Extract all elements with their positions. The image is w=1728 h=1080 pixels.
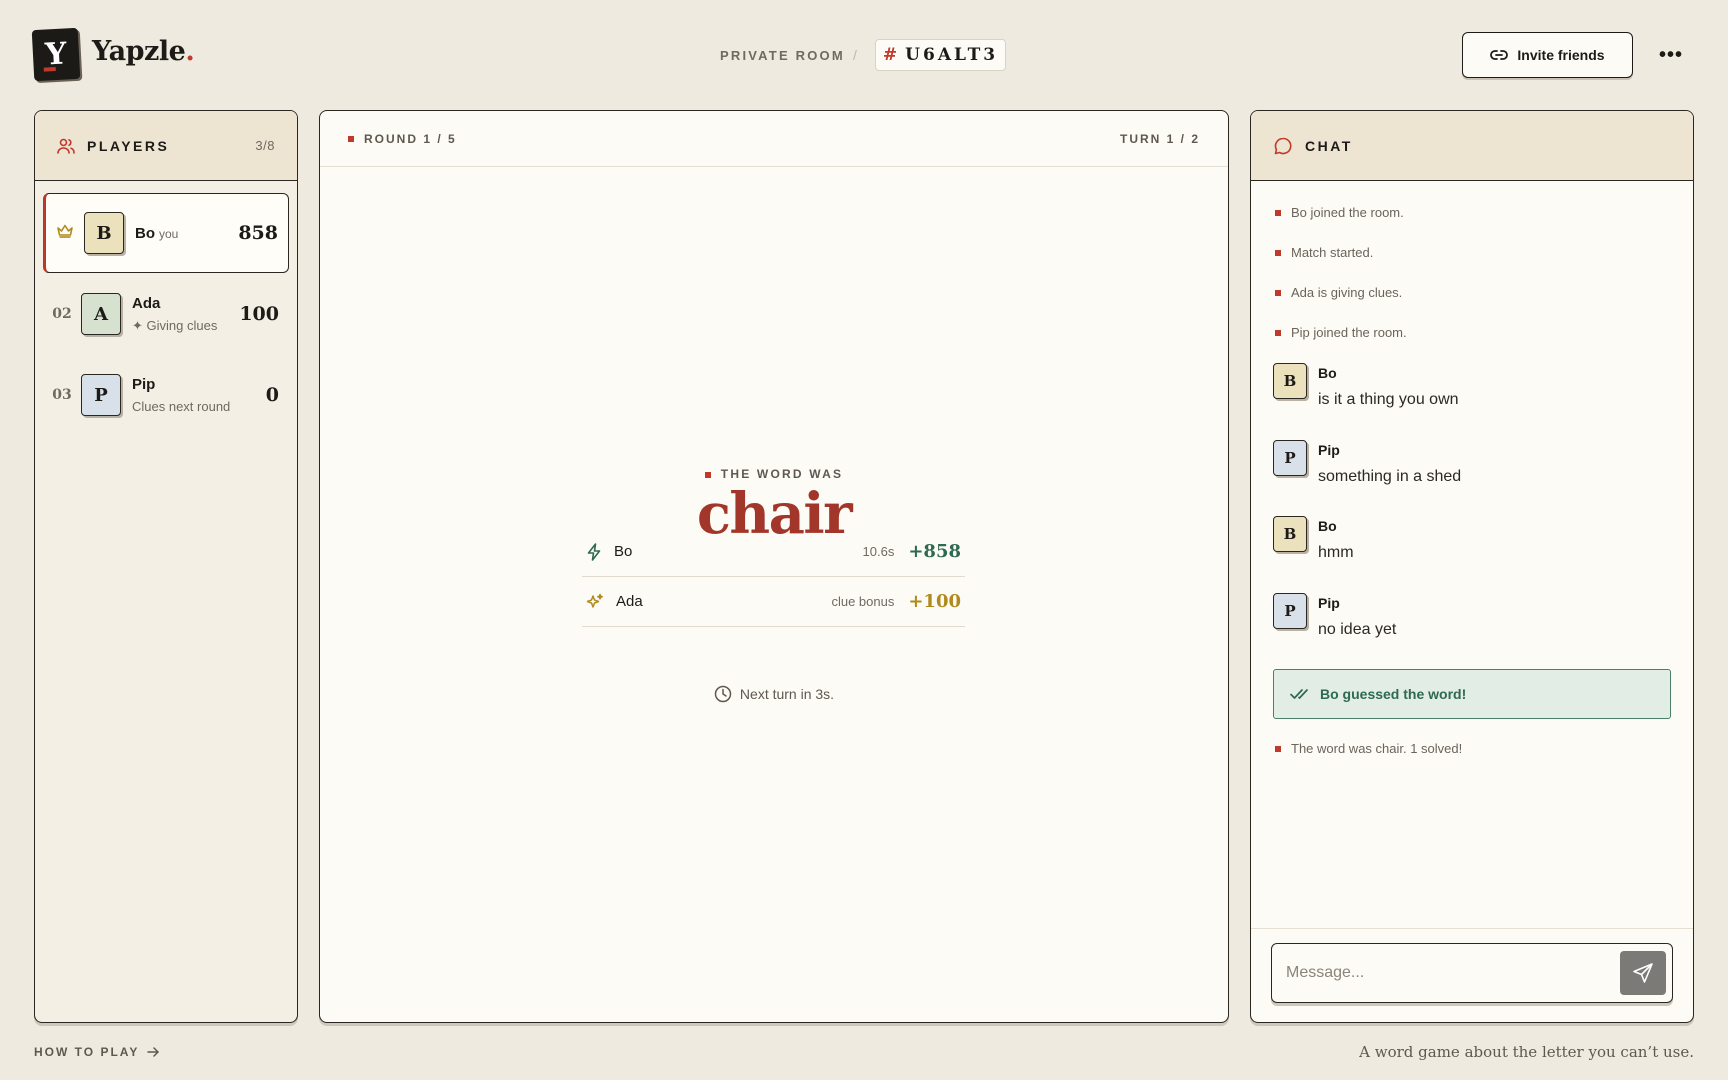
room-code-value: U6ALT3 <box>905 45 999 65</box>
clock-icon <box>714 685 732 703</box>
system-message: Pip joined the room. <box>1275 325 1407 340</box>
top-bar: Y Yapzle. PRIVATE ROOM / # U6ALT3 Invite… <box>0 0 1728 110</box>
message-text: something in a shed <box>1318 468 1462 485</box>
player-score: 100 <box>239 303 279 325</box>
player-rank: 03 <box>52 387 72 403</box>
message-author: Bo <box>1318 365 1337 381</box>
player-name: Bo <box>135 224 155 242</box>
brand-name[interactable]: Yapzle. <box>92 36 195 67</box>
message-text: hmm <box>1318 544 1354 561</box>
player-row-bo[interactable]: B Bo you 858 <box>43 193 289 273</box>
message-author: Bo <box>1318 518 1337 534</box>
link-icon <box>1490 50 1509 60</box>
next-turn-text: Next turn in 3s. <box>739 686 835 702</box>
arrow-right-icon <box>147 1047 160 1057</box>
players-header: PLAYERS 3/8 <box>35 111 297 181</box>
how-to-play-link[interactable]: HOW TO PLAY <box>34 1045 160 1059</box>
result-points: +100 <box>908 591 961 612</box>
message-text: is it a thing you own <box>1318 391 1459 408</box>
result-name: Ada <box>616 593 643 610</box>
round-marker <box>348 135 354 142</box>
lightning-icon <box>587 542 601 561</box>
game-board: ROUND 1 / 5 TURN 1 / 2 THE WORD WAS chai… <box>319 110 1229 1023</box>
word-label: THE WORD WAS <box>320 467 1228 481</box>
player-rank: 02 <box>52 306 72 322</box>
double-check-icon <box>1290 689 1308 699</box>
message-input[interactable] <box>1272 944 1602 1002</box>
chat-bubble-icon <box>1274 137 1292 154</box>
tagline: A word game about the letter you can’t u… <box>1359 1043 1694 1061</box>
system-message: Bo joined the room. <box>1275 205 1404 220</box>
guess-text: Bo guessed the word! <box>1320 686 1467 702</box>
chat-message: P Pip no idea yet <box>1273 593 1396 639</box>
invite-friends-button[interactable]: Invite friends <box>1462 32 1633 78</box>
player-row-pip[interactable]: 03 P Pip Clues next round 0 <box>43 355 289 435</box>
avatar: A <box>81 293 121 335</box>
result-time: 10.6s <box>862 544 895 559</box>
message-author: Pip <box>1318 595 1340 611</box>
result-bonus: clue bonus <box>831 594 895 609</box>
invite-label: Invite friends <box>1517 47 1605 63</box>
players-panel: PLAYERS 3/8 B Bo you 858 02 A Ada ✦ Givin… <box>34 110 298 1023</box>
logo-accent <box>43 67 56 72</box>
player-status: ✦ Giving clues <box>132 317 218 333</box>
player-row-ada[interactable]: 02 A Ada ✦ Giving clues 100 <box>43 274 289 354</box>
chat-message: B Bo is it a thing you own <box>1273 363 1459 409</box>
players-count: 3/8 <box>255 138 275 153</box>
chat-composer <box>1251 928 1693 1022</box>
player-info: Ada ✦ Giving clues <box>132 295 239 334</box>
player-score: 0 <box>265 384 279 406</box>
chat-message: P Pip something in a shed <box>1273 440 1461 486</box>
player-info: Bo you <box>135 225 238 242</box>
room-code[interactable]: # U6ALT3 <box>875 39 1006 71</box>
chat-input-box <box>1271 943 1673 1003</box>
players-title: PLAYERS <box>87 137 170 154</box>
system-message: The word was chair. 1 solved! <box>1275 741 1462 756</box>
avatar: P <box>1273 440 1307 476</box>
result-name: Bo <box>614 543 633 560</box>
avatar: P <box>1273 593 1307 629</box>
send-icon <box>1633 963 1653 983</box>
round-indicator: ROUND 1 / 5 <box>364 131 457 146</box>
how-to-play-label: HOW TO PLAY <box>34 1045 140 1059</box>
avatar: B <box>1273 516 1307 552</box>
hash-icon: # <box>882 45 898 65</box>
room-separator: / <box>853 47 857 63</box>
round-bar: ROUND 1 / 5 TURN 1 / 2 <box>320 111 1228 167</box>
avatar: B <box>84 212 124 254</box>
system-message: Match started. <box>1275 245 1373 260</box>
avatar: B <box>1273 363 1307 399</box>
player-score: 858 <box>238 222 278 244</box>
message-text: no idea yet <box>1318 621 1397 638</box>
you-tag: you <box>159 226 179 241</box>
chat-title: CHAT <box>1305 137 1353 154</box>
more-options-button[interactable]: ••• <box>1658 40 1684 70</box>
guess-notification: Bo guessed the word! <box>1273 669 1671 719</box>
logo[interactable]: Y <box>31 27 81 82</box>
player-name: Ada <box>132 294 161 312</box>
player-name: Pip <box>132 376 156 393</box>
sparkle-icon <box>586 593 603 608</box>
result-row: Ada clue bonus +100 <box>582 577 965 627</box>
chat-message: B Bo hmm <box>1273 516 1354 562</box>
result-points: +858 <box>908 541 961 562</box>
chat-header: CHAT <box>1251 111 1693 181</box>
player-status: Clues next round <box>132 399 231 414</box>
next-turn-timer: Next turn in 3s. <box>320 685 1228 703</box>
turn-indicator: TURN 1 / 2 <box>1119 131 1200 146</box>
result-row: Bo 10.6s +858 <box>582 527 965 577</box>
chat-panel: CHAT Bo joined the room. Match started. … <box>1250 110 1694 1023</box>
message-author: Pip <box>1318 442 1340 458</box>
users-icon <box>57 138 75 154</box>
send-button[interactable] <box>1620 951 1666 995</box>
room-label: PRIVATE ROOM <box>720 48 845 63</box>
player-info: Pip Clues next round <box>132 376 266 414</box>
crown-icon <box>46 224 84 242</box>
avatar: P <box>81 374 121 416</box>
system-message: Ada is giving clues. <box>1275 285 1402 300</box>
